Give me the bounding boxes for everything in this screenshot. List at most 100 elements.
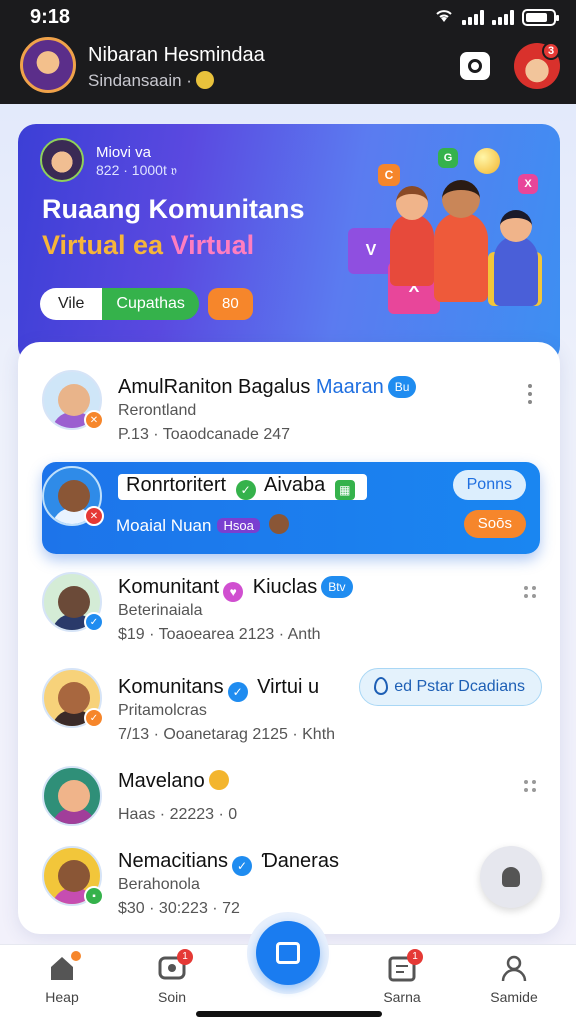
notification-badge: 3 (542, 42, 560, 60)
hero-illustration: V X X C G X (338, 134, 560, 354)
hero-subtitle-b: Virtual (170, 230, 255, 260)
community-title: AmulRaniton Bagalus Maaran Bu (118, 376, 417, 399)
more-options-icon[interactable] (528, 384, 534, 404)
list-item-highlighted[interactable]: ✕ Ronrtoritert ✓ Aivaba ▦ Moaial Nuan Hso… (42, 462, 540, 554)
community-tag: Bu (387, 376, 417, 398)
community-title: Komunitans ✓ Virtui u (118, 676, 319, 702)
person-figure-2 (434, 212, 488, 302)
create-button[interactable] (247, 912, 329, 994)
nav-soin-label: Soin (157, 989, 187, 1005)
nav-sarna-label: Sarna (383, 989, 421, 1005)
list-item[interactable]: Mavelano Haas · 22223 · 0 (18, 766, 560, 836)
signal-icon (462, 9, 484, 25)
pin-icon (374, 677, 389, 695)
list-item[interactable]: ✓ Komunitant ♥ Kiuclas Btv Beterinaiala $1… (18, 572, 560, 652)
drag-handle-icon[interactable] (524, 586, 538, 598)
community-title-text: Komunitans (118, 676, 224, 698)
calendar-icon: 1 (387, 949, 423, 983)
hero-banner[interactable]: Miovi va 822 · 1000t 𝔳 Ruaang Komunitans… (18, 124, 560, 364)
toggle-right[interactable]: Cupathas (102, 288, 199, 320)
nav-home-label: Heap (45, 989, 79, 1005)
row-badge: ✓ (84, 612, 104, 632)
avatar (42, 766, 102, 826)
hero-user: Miovi va (96, 144, 152, 161)
user-name: Nibaran Hesmindaa (88, 44, 265, 66)
emoji-icon (268, 514, 289, 534)
hero-avatar (40, 138, 84, 182)
community-meta: $30 · 30:223 · 72 (118, 900, 240, 917)
community-subtitle: Pritamolcras (118, 702, 207, 719)
community-title-b: Aivaba (264, 474, 326, 496)
user-avatar[interactable] (20, 37, 76, 93)
community-title-text: Mavelano (118, 770, 205, 792)
verified-icon: ✓ (227, 682, 248, 702)
person-figure (390, 214, 434, 286)
action-button[interactable]: Soōs (463, 510, 526, 538)
status-time: 9:18 (30, 6, 71, 28)
toggle-left[interactable]: Vile (40, 288, 103, 320)
community-title: Ronrtoritert ✓ Aivaba ▦ (118, 474, 367, 500)
community-title-text: Nemacitians (118, 850, 229, 872)
community-meta: $19 · Toaoearea 2123 · Anth (118, 626, 321, 643)
join-community-button[interactable]: ed Pstar Dcadians (359, 668, 542, 706)
row-badge: ✕ (84, 410, 104, 430)
person-icon (499, 953, 529, 983)
nav-badge: 1 (177, 949, 193, 965)
community-title: Mavelano (118, 770, 233, 793)
community-title: Komunitant ♥ Kiuclas Btv (118, 576, 353, 602)
home-dot (71, 951, 81, 961)
floating-cube-icon-2: G (438, 148, 458, 168)
community-title-text: Ronrtoritert (126, 474, 227, 496)
join-button[interactable]: Ponns (452, 470, 526, 500)
community-title-text: AmulRaniton Bagalus (118, 376, 316, 398)
home-icon (47, 951, 81, 983)
community-meta: P.13 · Toaodcanade 247 (118, 426, 291, 443)
create-button-inner[interactable] (256, 921, 320, 985)
community-title-b: Kiuclas (247, 576, 318, 598)
join-community-label: ed Pstar Dcadians (394, 678, 525, 695)
user-subtitle-text: Sindansaain · (88, 71, 192, 90)
globe-icon (474, 148, 500, 174)
drag-handle-icon[interactable] (524, 780, 538, 792)
signal-icon-2 (492, 9, 514, 25)
row-badge: ▪ (84, 886, 104, 906)
notification-fab[interactable] (480, 846, 542, 908)
emoji-icon (195, 71, 214, 89)
row-badge: ✓ (84, 708, 104, 728)
list-item[interactable]: ✕ AmulRaniton Bagalus Maaran Bu Rerontlan… (18, 370, 560, 450)
user-subtitle: Sindansaain · (88, 71, 214, 91)
battery-icon (522, 8, 559, 26)
home-indicator (196, 1011, 382, 1017)
person-head-2 (442, 180, 480, 218)
nav-profile[interactable]: Samide (474, 953, 554, 1005)
nav-sarna[interactable]: 1 Sarna (362, 949, 442, 1005)
community-subtitle-text: Moaial Nuan (116, 516, 212, 535)
community-title: Nemacitians ✓ Ɗaneras (118, 850, 339, 876)
community-tag: Btv (321, 576, 353, 598)
hero-subtitle: Virtual ea Virtual (42, 230, 254, 261)
community-title-b: Virtui u (251, 676, 320, 698)
community-title-text: Komunitant (118, 576, 220, 598)
count-pill[interactable]: 80 (208, 288, 253, 320)
nav-badge: 1 (407, 949, 423, 965)
person-head-3 (500, 210, 532, 242)
community-subtitle: Berahonola (118, 876, 200, 893)
hero-title: Ruaang Komunitans (42, 194, 305, 224)
community-title-highlight: Maaran (315, 376, 384, 398)
compose-icon (276, 942, 300, 964)
bell-icon (502, 867, 520, 887)
emoji-icon (208, 770, 229, 790)
community-title-b: Ɗaneras (256, 850, 339, 872)
nav-soin[interactable]: 1 Soin (132, 949, 212, 1005)
list-item[interactable]: ✓ Komunitans ✓ Virtui u Pritamolcras 7/13… (18, 668, 560, 758)
row-badge: ✕ (84, 506, 104, 526)
community-subtitle: Rerontland (118, 402, 197, 419)
community-list: ✕ AmulRaniton Bagalus Maaran Bu Rerontlan… (18, 342, 560, 934)
nav-home[interactable]: Heap (22, 951, 102, 1005)
camera-button[interactable] (460, 52, 490, 80)
community-meta: 7/13 · Ooanetarag 2125 · Khth (118, 726, 336, 743)
hero-toggle[interactable]: Vile Cupathas (40, 288, 199, 320)
camera-icon (468, 59, 482, 73)
person-head (396, 186, 428, 220)
verified-icon: ✓ (232, 856, 253, 876)
